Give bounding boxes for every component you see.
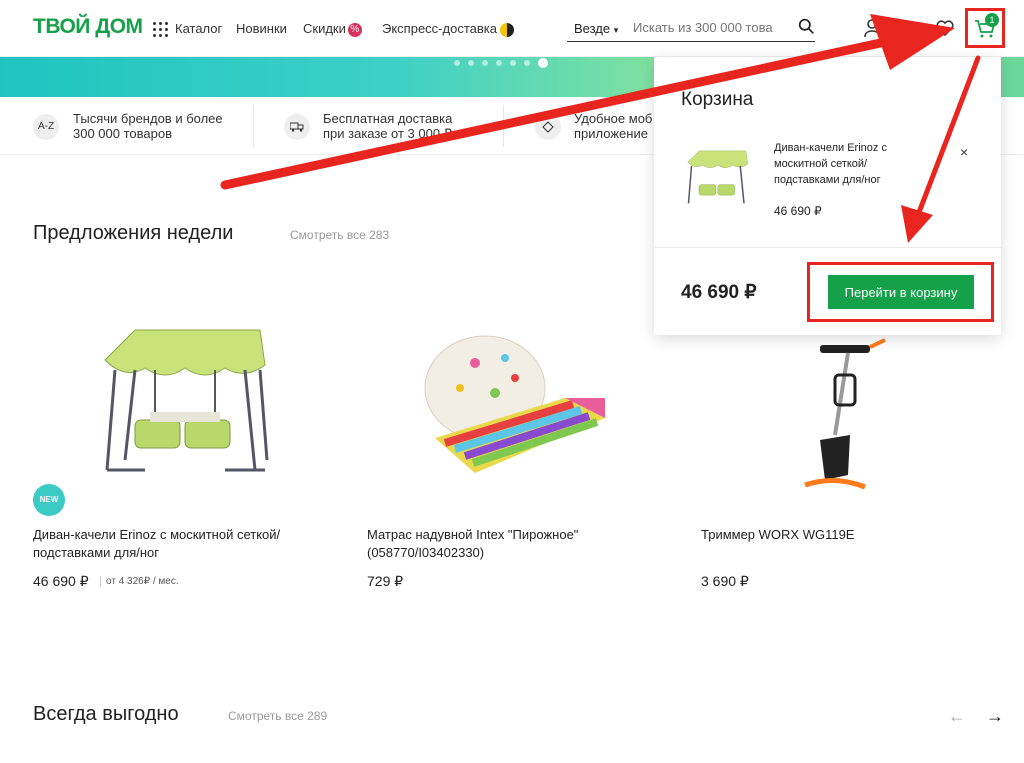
cart-item-name-line: Диван-качели Erinoz с bbox=[774, 142, 887, 154]
product-name-line: Триммер WORX WG119E bbox=[701, 527, 855, 542]
product-image-trimmer[interactable] bbox=[780, 335, 900, 505]
cart-item-image[interactable] bbox=[684, 145, 759, 213]
close-icon[interactable]: × bbox=[960, 144, 968, 160]
banner-pagination bbox=[454, 58, 548, 68]
feature-app: Удобное моб приложение bbox=[574, 111, 652, 141]
always-see-all-link[interactable]: Смотреть все 289 bbox=[228, 709, 327, 723]
banner-dot-active[interactable] bbox=[538, 58, 548, 68]
product-name-line: подставками для/ног bbox=[33, 545, 160, 560]
truck-icon bbox=[284, 114, 310, 140]
product-name-line: Матрас надувной Intex "Пирожное" bbox=[367, 527, 579, 542]
nav-catalog[interactable]: Каталог bbox=[175, 21, 222, 36]
percent-icon: % bbox=[347, 22, 362, 37]
banner-dot[interactable] bbox=[510, 60, 516, 66]
cart-item-name[interactable]: Диван-качели Erinoz с москитной сеткой/ … bbox=[774, 140, 924, 188]
feature-line: 300 000 товаров bbox=[73, 126, 172, 141]
product-image-swing[interactable] bbox=[95, 320, 295, 490]
arrow-left-icon[interactable]: ← bbox=[948, 706, 966, 727]
nav-discounts[interactable]: Скидки% bbox=[303, 21, 362, 37]
banner-dot[interactable] bbox=[454, 60, 460, 66]
app-icon bbox=[535, 114, 561, 140]
cart-item-name-line: подставками для/ног bbox=[774, 174, 881, 186]
feature-line: Бесплатная доставка bbox=[323, 111, 453, 126]
feature-line: при заказе от 3 000 ₽ bbox=[323, 126, 452, 141]
nav-discounts-label: Скидки bbox=[303, 21, 346, 36]
banner-dot[interactable] bbox=[524, 60, 530, 66]
feature-brands: Тысячи брендов и более 300 000 товаров bbox=[73, 111, 223, 141]
product-price: 46 690 ₽ bbox=[33, 573, 89, 589]
product-name-line: Диван-качели Erinoz с москитной сеткой/ bbox=[33, 527, 281, 542]
compare-icon[interactable] bbox=[898, 18, 918, 38]
feature-line: Тысячи брендов и более bbox=[73, 111, 223, 126]
product-name[interactable]: Матрас надувной Intex "Пирожное" (058770… bbox=[367, 526, 657, 562]
site-header: ТВОЙ ДОМ Каталог Новинки Скидки% Экспрес… bbox=[0, 0, 1024, 57]
nav-news[interactable]: Новинки bbox=[236, 21, 287, 36]
feature-delivery: Бесплатная доставка при заказе от 3 000 … bbox=[323, 111, 452, 141]
divider bbox=[654, 247, 1001, 248]
user-icon[interactable] bbox=[862, 18, 882, 38]
product-image-mattress[interactable] bbox=[415, 318, 615, 488]
product-price: 3 690 ₽ bbox=[701, 573, 749, 589]
nav-express-label: Экспресс-доставка bbox=[382, 21, 497, 36]
go-to-cart-button[interactable]: Перейти в корзину bbox=[828, 275, 974, 309]
banner-dot[interactable] bbox=[496, 60, 502, 66]
product-name[interactable]: Диван-качели Erinoz с москитной сеткой/ … bbox=[33, 526, 323, 562]
cart-popup-title: Корзина bbox=[681, 89, 754, 110]
new-badge: NEW bbox=[33, 484, 65, 516]
search-bar: Везде ▾ bbox=[567, 14, 815, 42]
installment-text: от 4 326₽ / мес. bbox=[100, 576, 179, 587]
search-input[interactable] bbox=[633, 20, 783, 35]
product-name-line: (058770/I03402330) bbox=[367, 545, 485, 560]
cart-item-price: 46 690 ₽ bbox=[774, 204, 822, 218]
cart-button[interactable]: 1 bbox=[965, 8, 1005, 48]
feature-line: Удобное моб bbox=[574, 111, 653, 126]
divider bbox=[503, 105, 504, 147]
express-icon bbox=[499, 22, 514, 37]
weekly-see-all-link[interactable]: Смотреть все 283 bbox=[290, 228, 389, 242]
product-price: 729 ₽ bbox=[367, 573, 404, 589]
always-profitable-title: Всегда выгодно bbox=[33, 703, 179, 725]
divider bbox=[253, 105, 254, 147]
catalog-grid-icon[interactable] bbox=[153, 22, 168, 37]
search-scope-label: Везде bbox=[574, 21, 611, 36]
promo-banner[interactable] bbox=[0, 57, 655, 97]
nav-express[interactable]: Экспресс-доставка bbox=[382, 21, 514, 37]
search-scope-select[interactable]: Везде ▾ bbox=[574, 21, 618, 36]
chevron-down-icon: ▾ bbox=[613, 25, 619, 35]
banner-dot[interactable] bbox=[468, 60, 474, 66]
product-name[interactable]: Триммер WORX WG119E bbox=[701, 526, 991, 544]
cart-count-badge: 1 bbox=[985, 13, 999, 27]
cart-total: 46 690 ₽ bbox=[681, 282, 757, 303]
banner-dot[interactable] bbox=[482, 60, 488, 66]
promo-banner-edge bbox=[1000, 57, 1024, 97]
feature-line: приложение bbox=[574, 126, 648, 141]
az-icon: A-Z bbox=[33, 114, 59, 140]
cart-item-name-line: москитной сеткой/ bbox=[774, 158, 868, 170]
heart-icon[interactable] bbox=[935, 18, 955, 38]
arrow-right-icon[interactable]: → bbox=[986, 706, 1004, 727]
search-icon[interactable] bbox=[798, 18, 815, 35]
logo[interactable]: ТВОЙ ДОМ bbox=[33, 15, 143, 39]
weekly-offers-title: Предложения недели bbox=[33, 222, 234, 244]
